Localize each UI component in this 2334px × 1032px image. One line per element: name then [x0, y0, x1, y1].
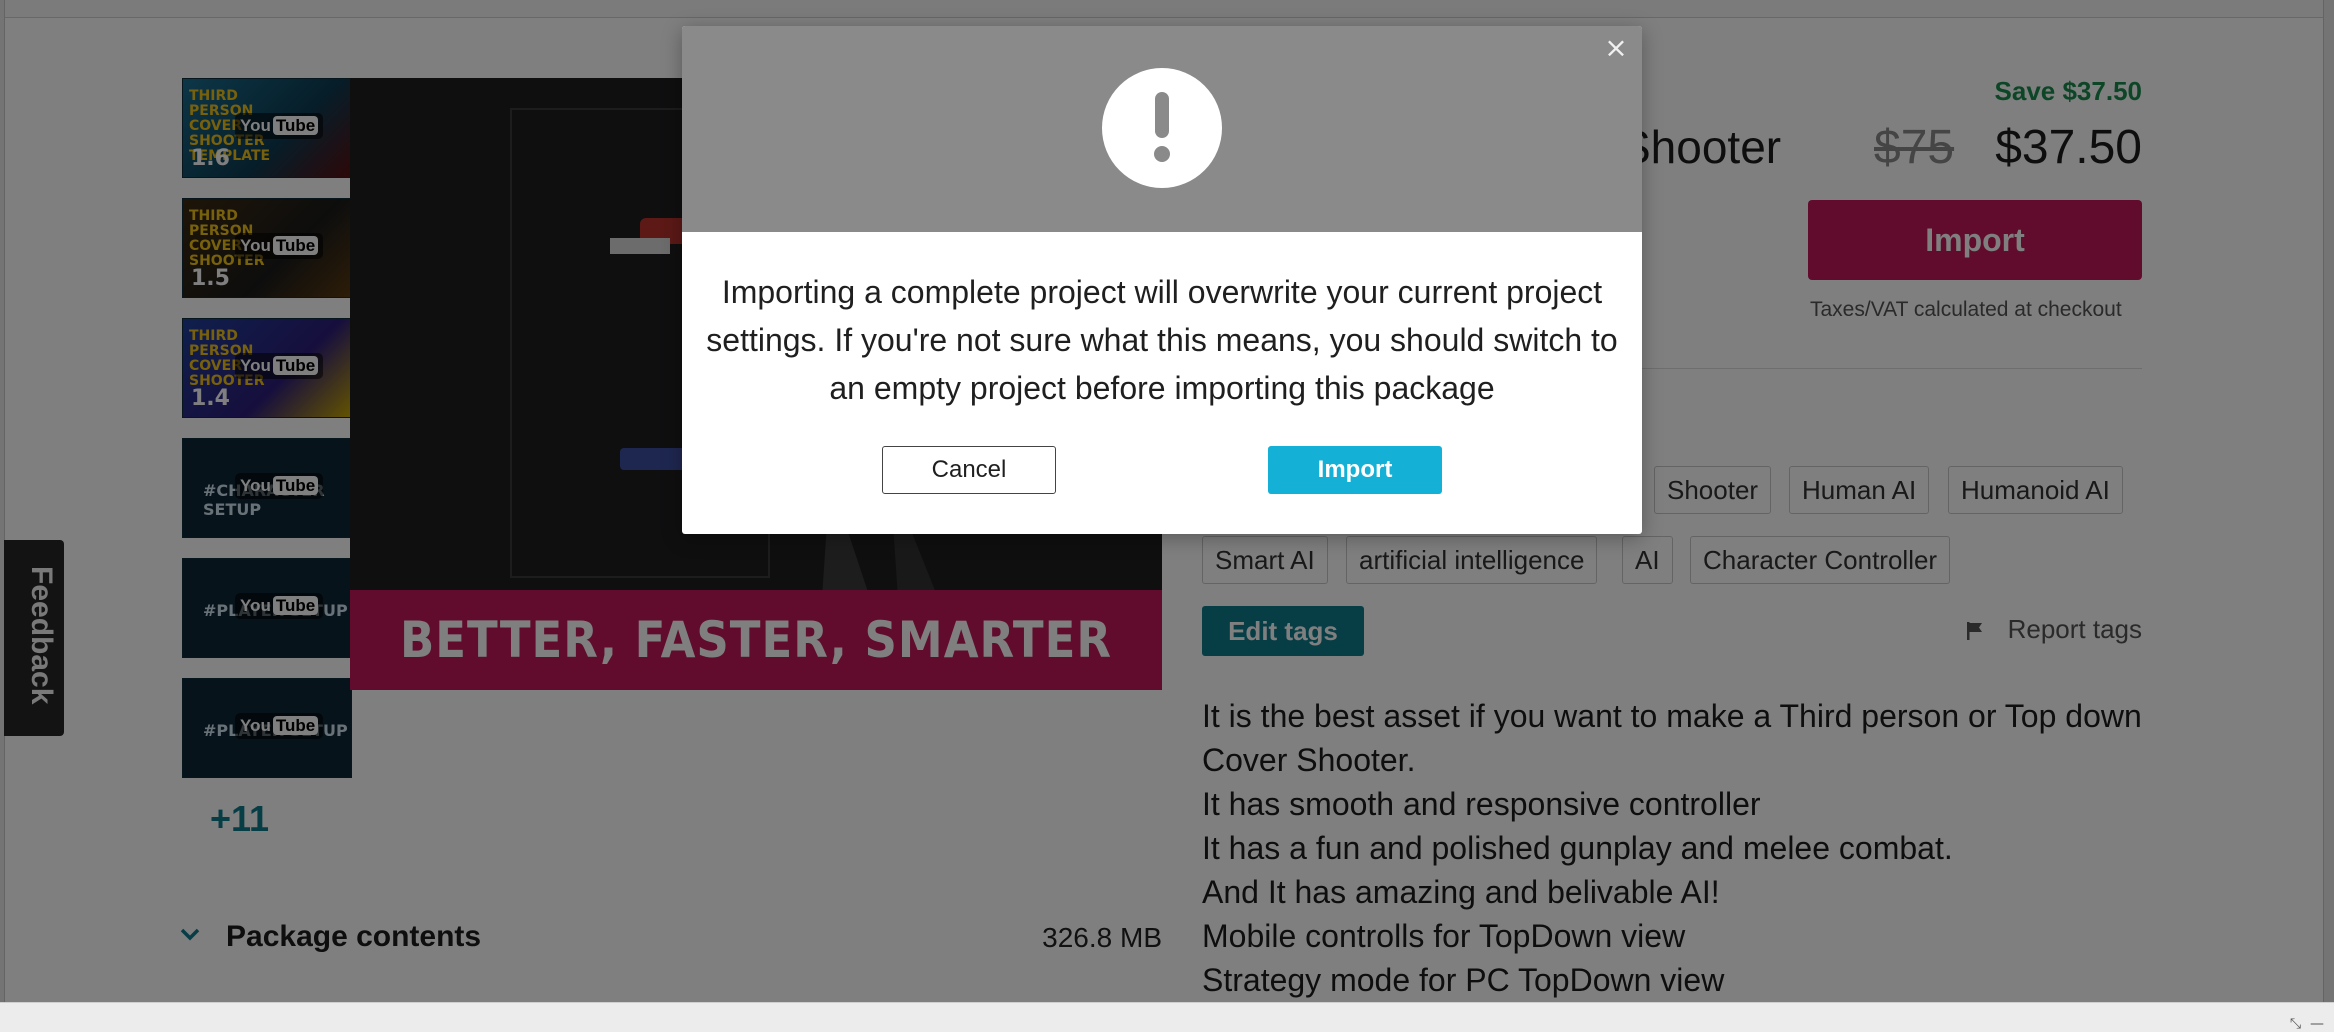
- resize-icon[interactable]: ⤡: [2290, 1016, 2301, 1032]
- cancel-button[interactable]: Cancel: [882, 446, 1056, 494]
- import-button[interactable]: Import: [1268, 446, 1442, 494]
- status-strip: [0, 1002, 2334, 1032]
- dialog-header: ×: [682, 26, 1642, 232]
- close-icon[interactable]: ×: [1602, 34, 1630, 62]
- import-warning-dialog: × Importing a complete project will over…: [682, 26, 1642, 534]
- dialog-message: Importing a complete project will overwr…: [706, 274, 1618, 406]
- window-controls: ⤡ —: [2290, 1016, 2324, 1032]
- minimize-icon[interactable]: —: [2310, 1016, 2324, 1032]
- exclamation-icon: [1102, 68, 1222, 188]
